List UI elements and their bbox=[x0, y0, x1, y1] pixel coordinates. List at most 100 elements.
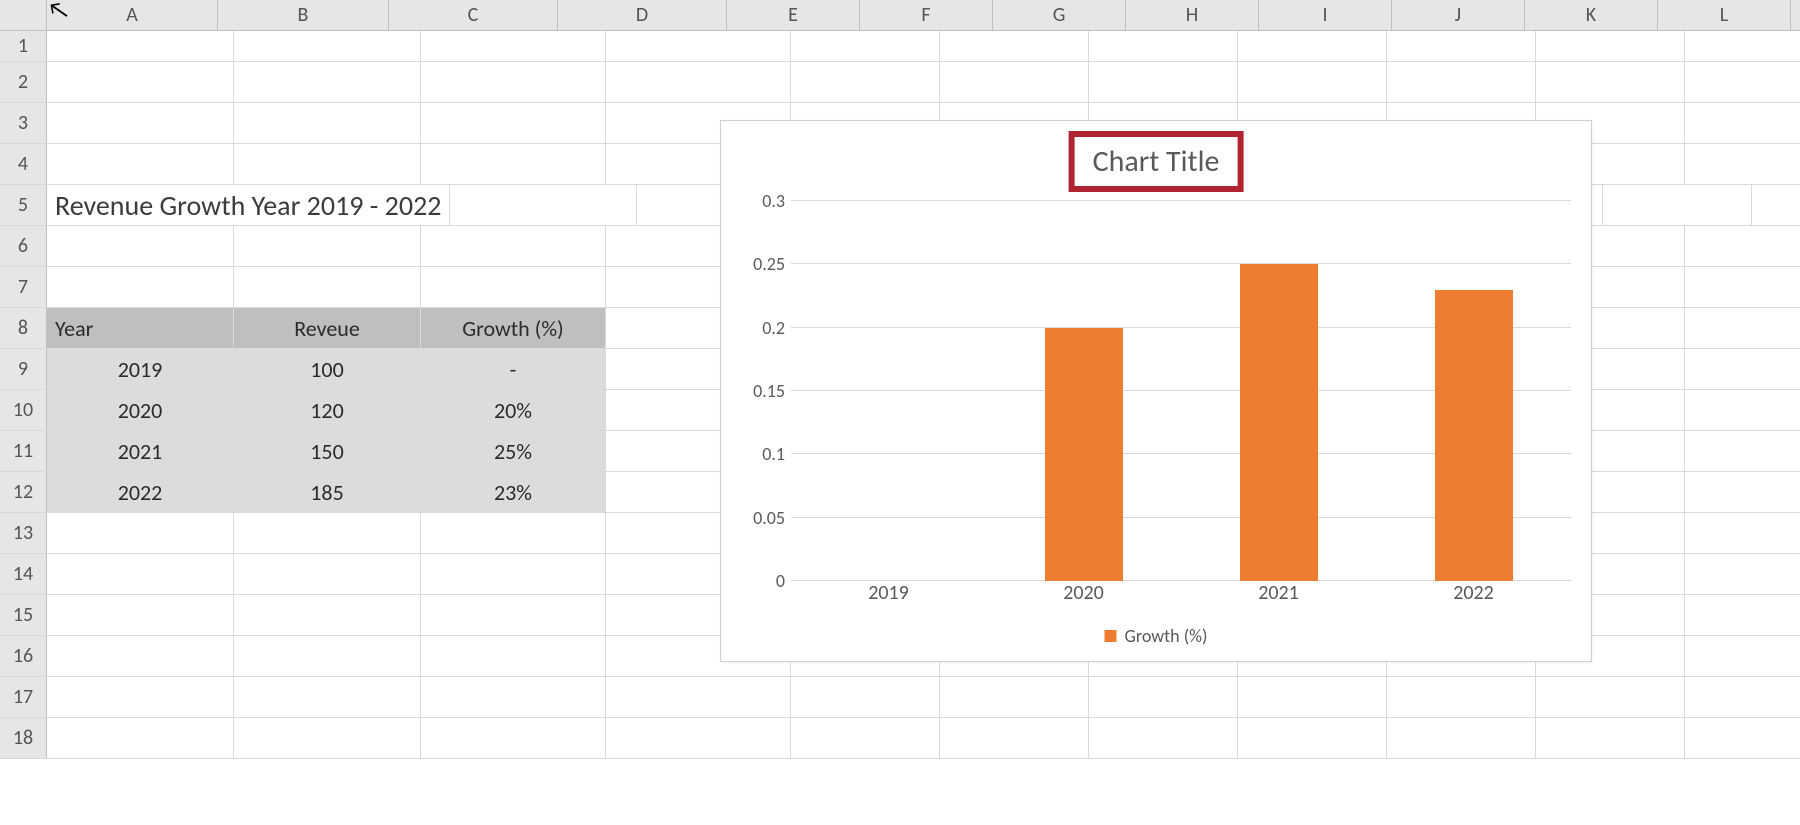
row-header-5[interactable]: 5 bbox=[0, 185, 47, 225]
row-header-15[interactable]: 15 bbox=[0, 595, 47, 635]
cell-C17[interactable] bbox=[421, 677, 606, 717]
cell-D18[interactable] bbox=[606, 718, 791, 758]
cell-J1[interactable] bbox=[1536, 31, 1685, 61]
cell-K1[interactable] bbox=[1685, 31, 1800, 61]
cell-B7[interactable] bbox=[234, 267, 421, 307]
cell-B2[interactable] bbox=[234, 62, 421, 102]
cell-B11[interactable]: 150 bbox=[234, 431, 421, 471]
cell-A1[interactable] bbox=[47, 31, 234, 61]
cell-G1[interactable] bbox=[1089, 31, 1238, 61]
column-header-E[interactable]: E bbox=[727, 0, 860, 30]
cell-B17[interactable] bbox=[234, 677, 421, 717]
cell-A3[interactable] bbox=[47, 103, 234, 143]
cell-K11[interactable] bbox=[1685, 431, 1800, 471]
cell-B13[interactable] bbox=[234, 513, 421, 553]
cell-K8[interactable] bbox=[1685, 308, 1800, 348]
cell-C3[interactable] bbox=[421, 103, 606, 143]
row-header-4[interactable]: 4 bbox=[0, 144, 47, 184]
cell-K17[interactable] bbox=[1685, 677, 1800, 717]
cell-B12[interactable]: 185 bbox=[234, 472, 421, 512]
row-header-2[interactable]: 2 bbox=[0, 62, 47, 102]
bar-2020[interactable] bbox=[1045, 328, 1123, 581]
cell-H1[interactable] bbox=[1238, 31, 1387, 61]
cell-F17[interactable] bbox=[940, 677, 1089, 717]
cell-B10[interactable]: 120 bbox=[234, 390, 421, 430]
spreadsheet-grid[interactable]: ↖ A B C D E F G H I J K L 12345Revenue G… bbox=[0, 0, 1800, 759]
column-header-H[interactable]: H bbox=[1126, 0, 1259, 30]
cell-B8[interactable]: Reveue bbox=[234, 308, 421, 348]
cell-B15[interactable] bbox=[234, 595, 421, 635]
cell-A10[interactable]: 2020 bbox=[47, 390, 234, 430]
cell-I1[interactable] bbox=[1387, 31, 1536, 61]
cell-C10[interactable]: 20% bbox=[421, 390, 606, 430]
row-header-9[interactable]: 9 bbox=[0, 349, 47, 389]
cell-A17[interactable] bbox=[47, 677, 234, 717]
row-header-3[interactable]: 3 bbox=[0, 103, 47, 143]
column-header-J[interactable]: J bbox=[1392, 0, 1525, 30]
column-header-D[interactable]: D bbox=[558, 0, 727, 30]
cell-J2[interactable] bbox=[1536, 62, 1685, 102]
cell-C1[interactable] bbox=[421, 31, 606, 61]
cell-F18[interactable] bbox=[940, 718, 1089, 758]
cell-A6[interactable] bbox=[47, 226, 234, 266]
cell-B5[interactable] bbox=[450, 185, 637, 225]
cell-A14[interactable] bbox=[47, 554, 234, 594]
cell-G18[interactable] bbox=[1089, 718, 1238, 758]
cell-J5[interactable] bbox=[1752, 185, 1800, 225]
cell-B1[interactable] bbox=[234, 31, 421, 61]
row-header-12[interactable]: 12 bbox=[0, 472, 47, 512]
cell-B16[interactable] bbox=[234, 636, 421, 676]
cell-C8[interactable]: Growth (%) bbox=[421, 308, 606, 348]
row-header-16[interactable]: 16 bbox=[0, 636, 47, 676]
row-header-18[interactable]: 18 bbox=[0, 718, 47, 758]
cell-C13[interactable] bbox=[421, 513, 606, 553]
cell-E2[interactable] bbox=[791, 62, 940, 102]
cell-C7[interactable] bbox=[421, 267, 606, 307]
cell-A9[interactable]: 2019 bbox=[47, 349, 234, 389]
cell-C16[interactable] bbox=[421, 636, 606, 676]
row-header-8[interactable]: 8 bbox=[0, 308, 47, 348]
cell-J18[interactable] bbox=[1536, 718, 1685, 758]
bar-2021[interactable] bbox=[1240, 264, 1318, 581]
cell-C11[interactable]: 25% bbox=[421, 431, 606, 471]
cell-F1[interactable] bbox=[940, 31, 1089, 61]
cell-B9[interactable]: 100 bbox=[234, 349, 421, 389]
select-all-corner[interactable] bbox=[0, 0, 47, 30]
cell-K14[interactable] bbox=[1685, 554, 1800, 594]
cell-A7[interactable] bbox=[47, 267, 234, 307]
cell-K4[interactable] bbox=[1685, 144, 1800, 184]
bar-2022[interactable] bbox=[1435, 290, 1513, 581]
cell-K9[interactable] bbox=[1685, 349, 1800, 389]
chart-legend[interactable]: Growth (%) bbox=[1104, 625, 1207, 647]
cell-C14[interactable] bbox=[421, 554, 606, 594]
cell-I5[interactable] bbox=[1603, 185, 1752, 225]
cell-C2[interactable] bbox=[421, 62, 606, 102]
cell-K6[interactable] bbox=[1685, 226, 1800, 266]
cell-A12[interactable]: 2022 bbox=[47, 472, 234, 512]
column-header-K[interactable]: K bbox=[1525, 0, 1658, 30]
cell-C15[interactable] bbox=[421, 595, 606, 635]
column-header-I[interactable]: I bbox=[1259, 0, 1392, 30]
cell-C9[interactable]: - bbox=[421, 349, 606, 389]
cell-B3[interactable] bbox=[234, 103, 421, 143]
cell-E17[interactable] bbox=[791, 677, 940, 717]
cell-C4[interactable] bbox=[421, 144, 606, 184]
cell-I18[interactable] bbox=[1387, 718, 1536, 758]
cell-B6[interactable] bbox=[234, 226, 421, 266]
cell-A18[interactable] bbox=[47, 718, 234, 758]
cell-A16[interactable] bbox=[47, 636, 234, 676]
row-header-7[interactable]: 7 bbox=[0, 267, 47, 307]
cell-D1[interactable] bbox=[606, 31, 791, 61]
cell-K16[interactable] bbox=[1685, 636, 1800, 676]
cell-K15[interactable] bbox=[1685, 595, 1800, 635]
cell-C6[interactable] bbox=[421, 226, 606, 266]
cell-G2[interactable] bbox=[1089, 62, 1238, 102]
cell-A5[interactable]: Revenue Growth Year 2019 - 2022 bbox=[47, 185, 450, 225]
row-header-13[interactable]: 13 bbox=[0, 513, 47, 553]
cell-B4[interactable] bbox=[234, 144, 421, 184]
cell-I17[interactable] bbox=[1387, 677, 1536, 717]
cell-A13[interactable] bbox=[47, 513, 234, 553]
cell-E18[interactable] bbox=[791, 718, 940, 758]
cell-B18[interactable] bbox=[234, 718, 421, 758]
cell-H18[interactable] bbox=[1238, 718, 1387, 758]
